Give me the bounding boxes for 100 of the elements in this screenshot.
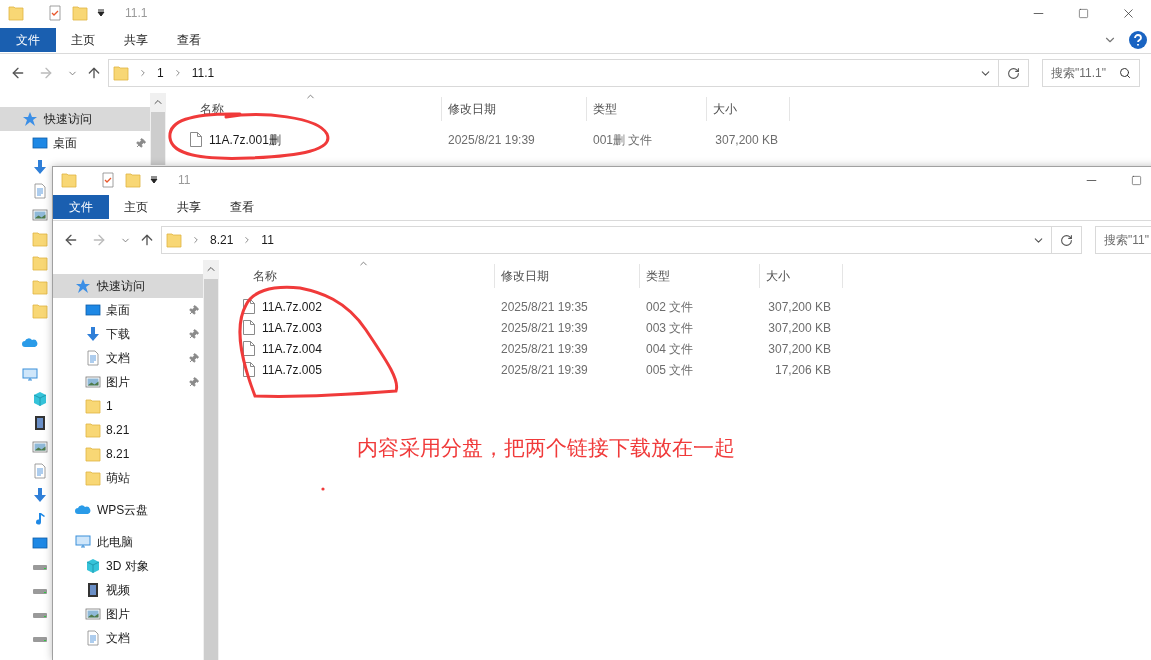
nav-label: 3D 对象 <box>106 558 149 575</box>
file-icon <box>243 341 255 356</box>
file-row[interactable]: 11A.7z.002 2025/8/21 19:35 002 文件 307,200 KB <box>221 296 1151 317</box>
picture-icon <box>85 374 101 390</box>
maximize-icon[interactable] <box>1131 174 1142 186</box>
nav-label: 图片 <box>106 606 130 623</box>
checklist-icon[interactable] <box>47 5 63 21</box>
nav-item[interactable]: 文档 <box>53 626 203 650</box>
scrollbar[interactable] <box>203 260 219 660</box>
film-icon <box>32 415 48 431</box>
scrollbar-thumb[interactable] <box>151 112 165 165</box>
file-size: 17,206 KB <box>773 361 832 379</box>
maximize-icon[interactable] <box>1078 7 1089 19</box>
file-icon <box>190 132 202 147</box>
nav-item[interactable]: 视频 <box>53 578 203 602</box>
computer-icon <box>22 367 38 383</box>
file-row[interactable]: 11A.7z.005 2025/8/21 19:39 005 文件 17,206 KB <box>221 359 1151 380</box>
checklist-icon[interactable] <box>100 172 116 188</box>
refresh-button[interactable] <box>999 59 1029 87</box>
folder-icon <box>32 231 48 247</box>
nav-item[interactable]: 3D 对象 <box>53 554 203 578</box>
column-header[interactable]: 名称 <box>221 264 495 288</box>
nav-item[interactable]: 下载 <box>53 322 203 346</box>
ribbon-tab[interactable]: 查看 <box>215 194 268 219</box>
back-button[interactable] <box>63 232 79 248</box>
monitor-icon <box>32 535 48 551</box>
folder-icon <box>85 422 101 438</box>
forward-button[interactable] <box>38 65 54 81</box>
nav-item[interactable]: 图片 <box>53 602 203 626</box>
up-button[interactable] <box>86 65 102 81</box>
file-icon <box>243 362 255 377</box>
down-arrow-icon <box>85 326 101 342</box>
search-field[interactable]: 搜索"11" <box>1095 226 1151 254</box>
file-icon <box>243 299 255 314</box>
ribbon-tab[interactable]: 查看 <box>162 27 215 52</box>
window-title: 11 <box>178 172 191 189</box>
path-segment[interactable]: 11 <box>261 231 274 249</box>
folder-icon <box>85 446 101 462</box>
nav-label: 下载 <box>106 326 130 343</box>
column-header[interactable]: 大小 <box>707 97 790 121</box>
address-bar[interactable]: 1 11.1 <box>108 59 999 87</box>
nav-item[interactable]: 桌面 <box>0 131 150 155</box>
path-segment[interactable]: 8.21 <box>210 231 234 249</box>
back-button[interactable] <box>10 65 26 81</box>
search-icon[interactable] <box>1119 67 1131 79</box>
column-header[interactable]: 大小 <box>760 264 843 288</box>
caret-down-icon[interactable] <box>150 176 158 184</box>
column-header[interactable]: 修改日期 <box>442 97 587 121</box>
column-header[interactable]: 类型 <box>587 97 707 121</box>
modified-date: 2025/8/21 19:35 <box>500 298 589 316</box>
nav-item[interactable]: 文档 <box>53 346 203 370</box>
nav-label: 1 <box>106 398 113 415</box>
column-header[interactable]: 修改日期 <box>495 264 640 288</box>
nav-item[interactable]: 图片 <box>53 370 203 394</box>
nav-item[interactable]: 8.21 <box>53 418 203 442</box>
address-bar[interactable]: 8.21 11 <box>161 226 1052 254</box>
nav-item[interactable]: WPS云盘 <box>53 498 203 522</box>
nav-item[interactable]: 萌站 <box>53 466 203 490</box>
nav-item[interactable]: 此电脑 <box>53 530 203 554</box>
file-row[interactable]: 11A.7z.004 2025/8/21 19:39 004 文件 307,200 KB <box>221 338 1151 359</box>
chevron-right-icon <box>138 68 148 78</box>
file-size: 307,200 KB <box>767 319 832 337</box>
nav-item[interactable]: 快速访问 <box>0 107 150 131</box>
forward-button[interactable] <box>91 232 107 248</box>
path-segment[interactable]: 1 <box>157 64 164 82</box>
help-icon[interactable] <box>1129 30 1147 49</box>
search-field[interactable]: 搜索"11.1" <box>1042 59 1140 87</box>
caret-down-icon[interactable] <box>97 9 105 17</box>
file-row[interactable]: 11A.7z.001删 2025/8/21 19:39 001删 文件 307,200 KB <box>168 129 1151 150</box>
nav-item[interactable]: 8.21 <box>53 442 203 466</box>
ribbon-tab[interactable]: 共享 <box>109 27 162 52</box>
folder-icon <box>32 303 48 319</box>
ribbon-tab[interactable]: 共享 <box>162 194 215 219</box>
file-row[interactable]: 11A.7z.003 2025/8/21 19:39 003 文件 307,200 KB <box>221 317 1151 338</box>
folder-icon <box>32 255 48 271</box>
folder-icon <box>72 5 88 21</box>
file-name: 11A.7z.002 <box>262 298 322 316</box>
nav-label: WPS云盘 <box>97 502 149 519</box>
nav-item[interactable]: 1 <box>53 394 203 418</box>
nav-item[interactable]: 快速访问 <box>53 274 203 298</box>
ribbon-tab[interactable]: 主页 <box>56 27 109 52</box>
up-button[interactable] <box>139 232 155 248</box>
refresh-icon <box>1007 66 1020 80</box>
file-menu-tab[interactable]: 文件 <box>0 27 56 52</box>
down-arrow-icon <box>32 487 48 503</box>
scrollbar-thumb[interactable] <box>204 279 218 660</box>
ribbon-tab[interactable]: 主页 <box>109 194 162 219</box>
film-icon <box>85 582 101 598</box>
file-size: 307,200 KB <box>767 340 832 358</box>
file-menu-tab[interactable]: 文件 <box>53 194 109 219</box>
scrollbar[interactable] <box>150 93 166 165</box>
modified-date: 2025/8/21 19:39 <box>500 361 589 379</box>
modified-date: 2025/8/21 19:39 <box>500 319 589 337</box>
nav-item[interactable]: 桌面 <box>53 298 203 322</box>
path-segment[interactable]: 11.1 <box>191 64 215 82</box>
refresh-button[interactable] <box>1052 226 1082 254</box>
file-type: 003 文件 <box>645 319 695 337</box>
file-name: 11A.7z.005 <box>262 361 322 379</box>
picture-icon <box>32 207 48 223</box>
column-header[interactable]: 类型 <box>640 264 760 288</box>
